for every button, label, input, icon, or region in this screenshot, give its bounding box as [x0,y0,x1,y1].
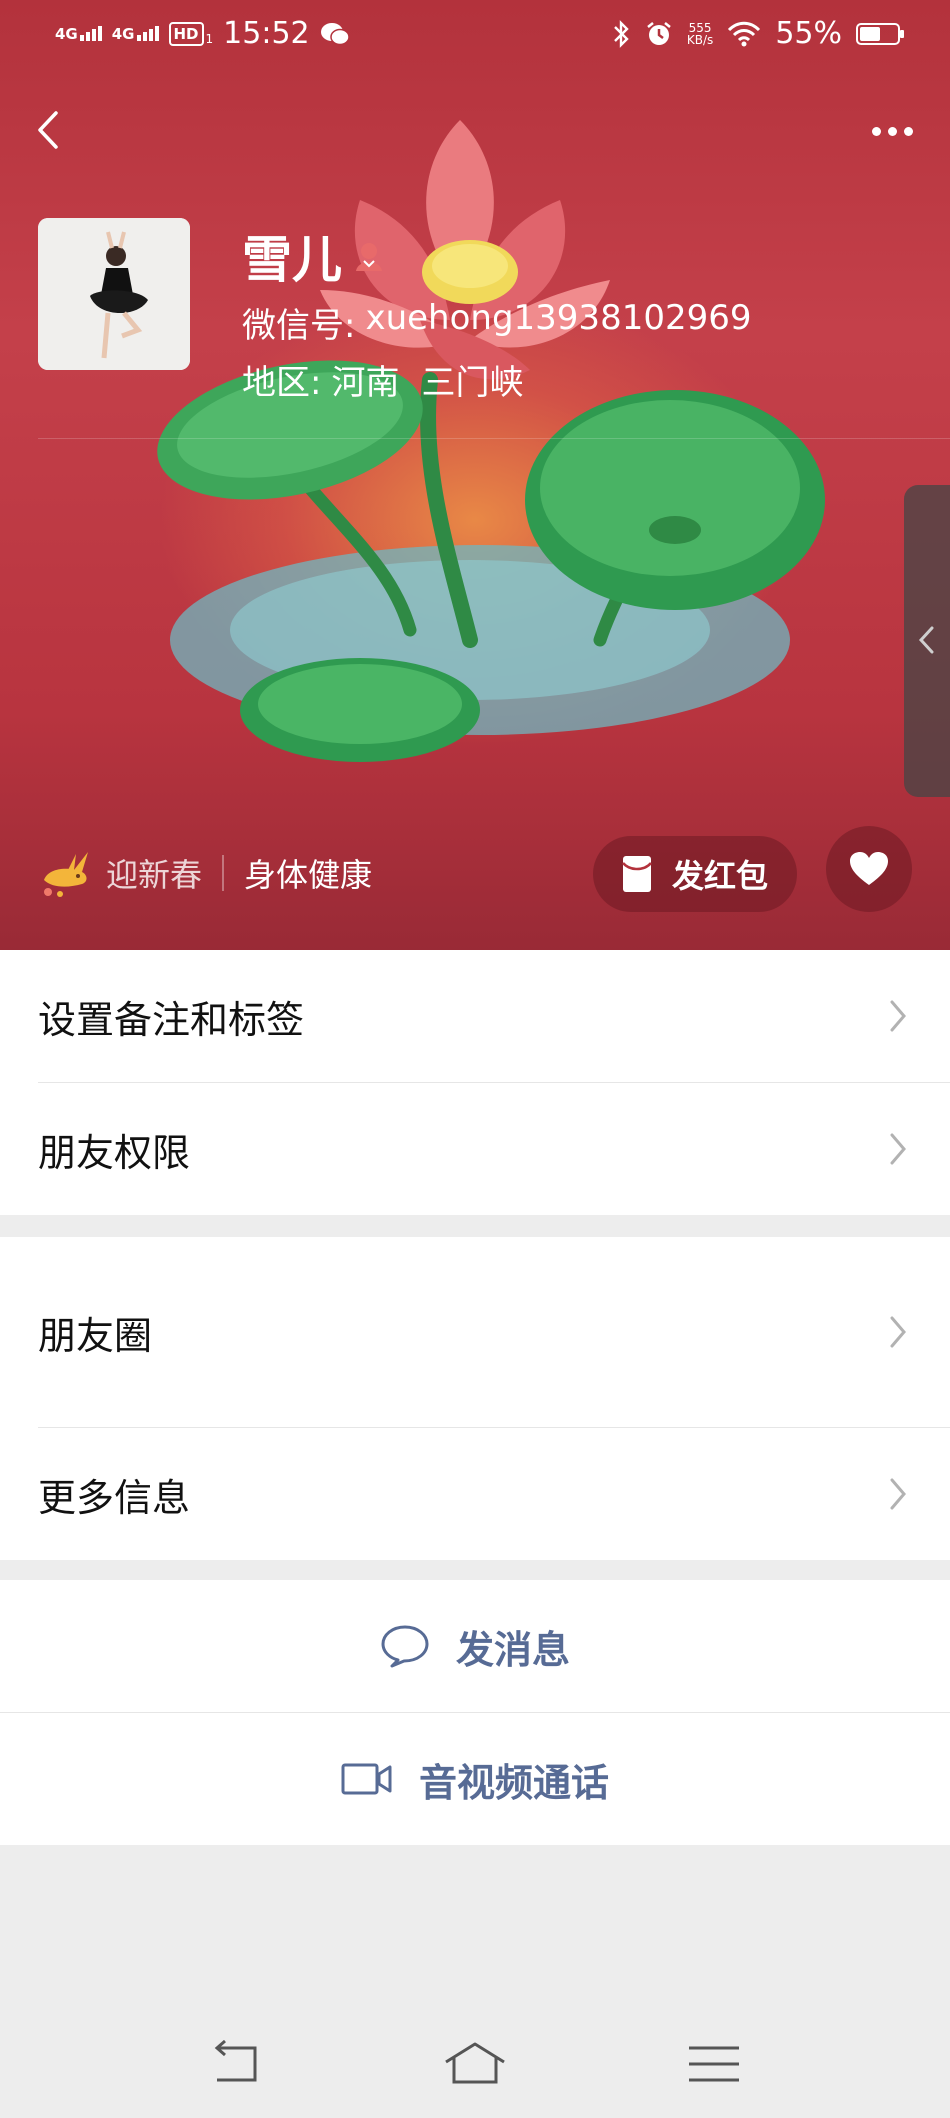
heart-icon [850,852,888,885]
video-call-button[interactable]: 音视频通话 [0,1713,950,1845]
signal-2-icon: 4G [112,26,159,42]
video-call-label: 音视频通话 [418,1760,609,1805]
video-camera-icon [341,1763,392,1795]
lotus-cover-image [157,120,825,762]
battery-percent: 55% [775,16,842,51]
menu-item-remark-tags[interactable]: 设置备注和标签 [0,950,950,1082]
cover-divider [38,438,950,439]
profile-cover: 4G 4G HD 1 15:52 555 KB/s 55% 雪儿 微信号: xu… [0,0,950,950]
red-packet-icon [622,856,652,892]
menu-item-label: 朋友圈 [38,1313,153,1358]
side-handle[interactable] [904,485,950,797]
like-button[interactable] [826,826,912,912]
menu-section-info: 朋友圈 更多信息 [0,1237,950,1560]
region-province: 河南 [331,363,400,403]
nav-menu-icon[interactable] [679,2040,749,2090]
chat-bubble-icon [381,1625,429,1668]
menu-item-moments[interactable]: 朋友圈 [0,1237,950,1427]
menu-item-label: 朋友权限 [38,1130,191,1175]
wechat-id: 微信号: xuehong13938102969 [242,298,752,347]
menu-section-settings: 设置备注和标签 朋友权限 [0,950,950,1215]
menu-item-more-info[interactable]: 更多信息 [0,1428,950,1560]
wifi-icon [728,21,761,46]
status-separator [222,855,225,891]
rabbit-icon [44,852,88,897]
battery-fill [860,26,880,41]
chevron-left-icon [918,626,934,654]
back-arrow-icon[interactable] [28,105,68,155]
battery-icon [856,22,904,45]
region-label: 地区: [242,363,322,403]
profile-name-text: 雪儿 [242,231,342,289]
region-city: 三门峡 [421,363,524,403]
contact-actions: 发消息 音视频通话 [0,1580,950,1845]
chevron-right-icon [890,1478,906,1510]
hd-sub: 1 [205,31,214,46]
status-time: 15:52 [223,16,310,51]
red-packet-button[interactable]: 发红包 [593,836,797,912]
alarm-icon [647,21,671,45]
profile-name: 雪儿 [242,220,386,292]
menu-item-label: 更多信息 [38,1475,191,1520]
menu-item-label: 设置备注和标签 [38,997,305,1042]
chevron-right-icon [890,1000,906,1032]
chevron-right-icon [890,1316,906,1348]
menu-item-friend-permissions[interactable]: 朋友权限 [0,1083,950,1215]
system-nav-bar [0,2010,950,2118]
nav-back-icon[interactable] [203,2040,273,2090]
friend-status[interactable]: 迎新春 身体健康 [38,848,372,898]
avatar[interactable] [38,218,190,370]
wechat-notification-icon [320,22,350,45]
send-message-button[interactable]: 发消息 [0,1580,950,1712]
bluetooth-icon [614,19,629,48]
status-tag: 迎新春 [106,856,203,894]
more-dots-icon[interactable] [872,118,920,144]
send-message-label: 发消息 [455,1627,570,1672]
signal-1-icon: 4G [55,26,102,42]
wechat-id-label: 微信号: [242,306,356,346]
red-packet-label: 发红包 [671,857,768,895]
status-text: 身体健康 [244,856,373,894]
avatar-image [38,218,190,370]
female-icon [356,243,382,271]
chevron-right-icon [890,1133,906,1165]
wechat-id-value: xuehong13938102969 [365,298,752,338]
nav-home-icon[interactable] [440,2040,510,2090]
status-bar: 4G 4G HD 1 15:52 555 KB/s 55% [0,0,950,72]
hd-icon: HD [168,21,204,46]
net-speed-unit: KB/s [686,32,714,47]
net-speed: 555 KB/s [687,22,713,46]
region: 地区: 河南 三门峡 [242,355,523,404]
